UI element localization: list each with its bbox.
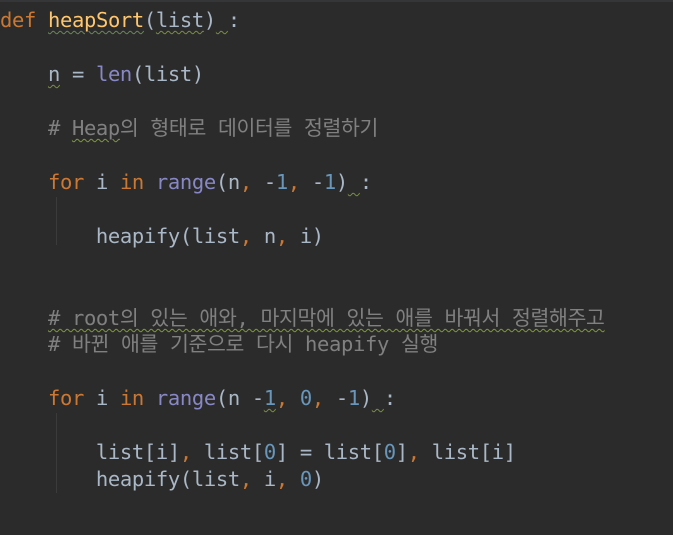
code-token: heapify(list xyxy=(0,467,240,491)
code-token: 1 xyxy=(263,386,276,410)
code-token: list[ xyxy=(191,440,264,464)
code-token: heapSort xyxy=(47,8,144,32)
code-token: len xyxy=(95,62,132,86)
code-token: - xyxy=(323,386,348,410)
code-token: (n - xyxy=(215,386,264,410)
code-token: in xyxy=(119,386,144,410)
code-token: , xyxy=(311,386,324,410)
code-token: , xyxy=(239,170,252,194)
code-token: 의 형태로 데이터를 정렬하기 xyxy=(119,116,379,140)
code-token: in xyxy=(119,170,144,194)
code-token: : xyxy=(359,170,372,194)
code-line-def[interactable]: def heapSort(list) : xyxy=(0,7,240,34)
code-token: ) xyxy=(203,8,216,32)
code-token: # root의 있는 애와, 마지막에 있는 애를 바꿔서 정렬해주고 xyxy=(47,306,605,330)
code-token: # xyxy=(0,116,72,140)
code-token: Heap xyxy=(71,116,120,140)
code-line-heapify-build[interactable]: heapify(list, n, i) xyxy=(0,223,324,250)
code-token: 0 xyxy=(299,386,312,410)
code-token: for xyxy=(47,170,84,194)
code-token: i xyxy=(83,170,120,194)
code-line-comment-heap[interactable]: # Heap의 형태로 데이터를 정렬하기 xyxy=(0,115,378,142)
code-token: 0 xyxy=(263,440,276,464)
code-token: range xyxy=(155,386,216,410)
code-token: = xyxy=(59,62,96,86)
code-line-for-sort[interactable]: for i in range(n -1, 0, -1) : xyxy=(0,385,396,412)
code-token: list xyxy=(155,8,204,32)
code-token: , xyxy=(275,224,288,248)
code-token: (list) xyxy=(131,62,204,86)
code-token: - xyxy=(251,170,276,194)
code-token: 0 xyxy=(383,440,396,464)
code-token: : xyxy=(383,386,396,410)
code-token: - xyxy=(299,170,324,194)
code-token: , xyxy=(287,170,300,194)
code-token: ) xyxy=(311,467,324,491)
code-token: # 바뀐 애를 기준으로 다시 heapify 실행 xyxy=(0,332,438,356)
code-line-heapify-sort[interactable]: heapify(list, i, 0) xyxy=(0,466,324,493)
code-token: : xyxy=(227,8,240,32)
code-line-len[interactable]: n = len(list) xyxy=(0,61,204,88)
code-token: def xyxy=(0,8,36,32)
code-token: , xyxy=(239,224,252,248)
code-token: , xyxy=(275,467,288,491)
code-token: heapify(list xyxy=(0,224,240,248)
code-token: ] = list[ xyxy=(275,440,384,464)
code-token: 1 xyxy=(347,386,360,410)
code-token: 0 xyxy=(299,467,312,491)
code-token: list[i] xyxy=(0,440,180,464)
code-token: ] xyxy=(395,440,408,464)
code-line-swap[interactable]: list[i], list[0] = list[0], list[i] xyxy=(0,439,516,466)
code-token: , xyxy=(179,440,192,464)
code-token: 1 xyxy=(275,170,288,194)
code-line-comment-swap[interactable]: # root의 있는 애와, 마지막에 있는 애를 바꿔서 정렬해주고 xyxy=(0,305,605,332)
code-token: , xyxy=(275,386,288,410)
code-token: ( xyxy=(143,8,156,32)
code-token: i xyxy=(251,467,276,491)
code-line-for-build[interactable]: for i in range(n, -1, -1) : xyxy=(0,169,372,196)
code-token: (n xyxy=(215,170,240,194)
code-token: ) xyxy=(335,170,348,194)
code-token: i xyxy=(83,386,120,410)
code-token: range xyxy=(155,170,216,194)
code-token: ) xyxy=(359,386,372,410)
code-editor[interactable]: def heapSort(list) : n = len(list) # Hea… xyxy=(0,0,673,535)
code-token: for xyxy=(47,386,84,410)
code-token: list[i] xyxy=(419,440,516,464)
code-line-comment-reheap[interactable]: # 바뀐 애를 기준으로 다시 heapify 실행 xyxy=(0,331,438,358)
code-token: n xyxy=(251,224,276,248)
code-token: i) xyxy=(287,224,324,248)
editor-top-border xyxy=(0,0,673,2)
code-token: , xyxy=(407,440,420,464)
code-token: n xyxy=(47,62,60,86)
code-token: , xyxy=(239,467,252,491)
code-token: 1 xyxy=(323,170,336,194)
